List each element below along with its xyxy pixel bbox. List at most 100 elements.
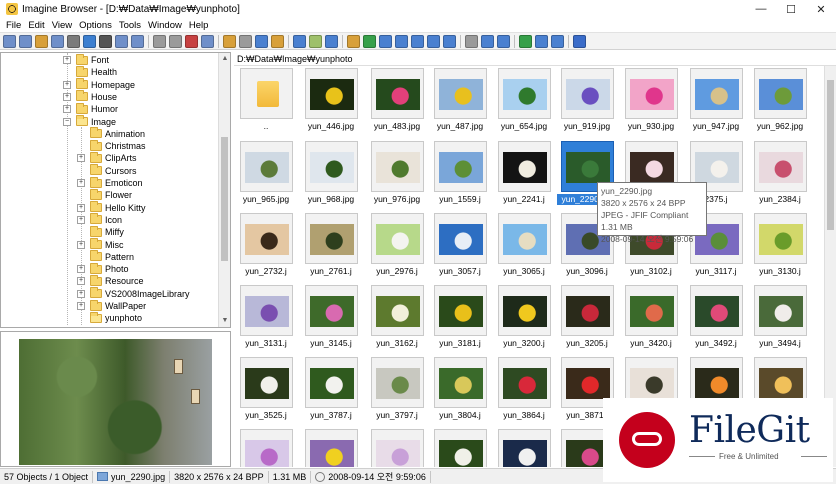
expand-toggle-icon[interactable]: + — [63, 92, 71, 101]
thumbnail-item[interactable]: yun_3494.j — [750, 283, 814, 351]
toolbar-button-icon[interactable] — [255, 34, 268, 48]
thumbnail-item[interactable]: yun_976.jpg — [367, 139, 431, 207]
thumbnail-item[interactable]: yun_3162.j — [367, 283, 431, 351]
tree-item[interactable]: + VS2008ImageLibrary — [77, 287, 190, 300]
thumbnail-item[interactable]: yun_3130.j — [750, 211, 814, 279]
tree-item[interactable]: + Hello Kitty — [77, 201, 146, 214]
toolbar-button-icon[interactable] — [51, 34, 64, 48]
menu-view[interactable]: View — [50, 20, 77, 31]
thumbnail-item[interactable] — [430, 427, 494, 467]
tree-item[interactable]: Health — [63, 65, 117, 78]
thumbnail-item[interactable]: yun_968.jpg — [301, 139, 365, 207]
expand-toggle-icon[interactable]: + — [63, 105, 71, 114]
close-button[interactable]: ✕ — [806, 0, 836, 18]
toolbar-button-icon[interactable] — [573, 34, 586, 48]
toolbar-button-icon[interactable] — [379, 34, 392, 48]
expand-toggle-icon[interactable]: − — [63, 117, 71, 126]
tree-scroll-thumb[interactable] — [221, 137, 228, 261]
toolbar-button-icon[interactable] — [443, 34, 456, 48]
toolbar-button-icon[interactable] — [325, 34, 338, 48]
toolbar-button-icon[interactable] — [239, 34, 252, 48]
thumbnail-item[interactable]: yun_1559.j — [430, 139, 494, 207]
expand-toggle-icon[interactable]: + — [77, 265, 85, 274]
folder-tree[interactable]: + Font Health + Homepage + House + Humor − Image An… — [0, 52, 231, 328]
expand-toggle-icon[interactable]: + — [77, 203, 85, 212]
toolbar-button-icon[interactable] — [169, 34, 182, 48]
toolbar-button-icon[interactable] — [363, 34, 376, 48]
thumbnail-item[interactable]: yun_3804.j — [430, 355, 494, 423]
toolbar-button-icon[interactable] — [535, 34, 548, 48]
menu-window[interactable]: Window — [146, 20, 187, 31]
minimize-button[interactable]: — — [746, 0, 776, 18]
thumbnail-item[interactable]: yun_2761.j — [301, 211, 365, 279]
toolbar-button-icon[interactable] — [223, 34, 236, 48]
expand-toggle-icon[interactable]: + — [77, 179, 85, 187]
expand-toggle-icon[interactable]: + — [77, 289, 85, 298]
tree-item[interactable]: + House — [63, 90, 117, 103]
expand-toggle-icon[interactable]: + — [77, 277, 85, 286]
thumbnail-item[interactable]: yun_962.jpg — [750, 66, 814, 134]
thumbnail-item[interactable]: yun_3057.j — [430, 211, 494, 279]
thumbnail-item[interactable]: yun_483.jpg — [367, 66, 431, 134]
toolbar-button-icon[interactable] — [347, 34, 360, 48]
tree-item[interactable]: Christmas — [77, 139, 146, 152]
toolbar-button-icon[interactable] — [131, 34, 144, 48]
toolbar-button-icon[interactable] — [3, 34, 16, 48]
parent-folder-item[interactable]: .. — [236, 66, 300, 134]
toolbar-button-icon[interactable] — [427, 34, 440, 48]
toolbar-button-icon[interactable] — [293, 34, 306, 48]
tree-item[interactable]: − Image — [63, 115, 116, 128]
toolbar-button-icon[interactable] — [35, 34, 48, 48]
tree-item[interactable]: Cursors — [77, 164, 137, 177]
address-path[interactable]: D:₩Data₩Image₩yunphoto — [234, 52, 836, 66]
thumbnail-item[interactable]: yun_2732.j — [236, 211, 300, 279]
tree-item[interactable]: yunphoto — [77, 311, 142, 324]
thumbnail-item[interactable] — [301, 427, 365, 467]
toolbar-button-icon[interactable] — [153, 34, 166, 48]
toolbar-button-icon[interactable] — [83, 34, 96, 48]
thumbnail-item[interactable]: yun_919.jpg — [557, 66, 621, 134]
thumbnail-item[interactable]: yun_3065.j — [494, 211, 558, 279]
tree-item[interactable]: + Photo — [77, 262, 129, 275]
toolbar-button-icon[interactable] — [519, 34, 532, 48]
toolbar-button-icon[interactable] — [465, 34, 478, 48]
thumbnail-item[interactable]: yun_3200.j — [494, 283, 558, 351]
tree-item[interactable]: Miffy — [77, 225, 124, 238]
menu-tools[interactable]: Tools — [117, 20, 146, 31]
expand-toggle-icon[interactable]: + — [77, 215, 85, 224]
toolbar-button-icon[interactable] — [551, 34, 564, 48]
toolbar-button-icon[interactable] — [185, 34, 198, 48]
toolbar-button-icon[interactable] — [67, 34, 80, 48]
maximize-button[interactable]: ☐ — [776, 0, 806, 18]
toolbar-button-icon[interactable] — [395, 34, 408, 48]
thumbnail-item[interactable]: yun_3492.j — [686, 283, 750, 351]
tree-item[interactable]: + ClipArts — [77, 151, 137, 164]
menu-file[interactable]: File — [4, 20, 26, 31]
thumbnail-item[interactable]: yun_947.jpg — [686, 66, 750, 134]
tree-item[interactable]: + Resource — [77, 274, 144, 287]
menu-edit[interactable]: Edit — [26, 20, 49, 31]
toolbar-button-icon[interactable] — [19, 34, 32, 48]
scroll-down-arrow-icon[interactable]: ▼ — [219, 315, 230, 327]
tree-item[interactable]: Flower — [77, 188, 132, 201]
thumbnail-item[interactable]: yun_3420.j — [621, 283, 685, 351]
thumbnail-item[interactable]: yun_3205.j — [557, 283, 621, 351]
thumbnail-item[interactable]: yun_446.jpg — [301, 66, 365, 134]
tree-item[interactable]: + Humor — [63, 102, 118, 115]
thumbnail-item[interactable]: yun_2976.j — [367, 211, 431, 279]
grid-scroll-thumb[interactable] — [827, 80, 834, 230]
tree-item[interactable]: + Homepage — [63, 78, 135, 91]
thumbnail-item[interactable]: yun_3181.j — [430, 283, 494, 351]
thumbnail-item[interactable]: yun_3131.j — [236, 283, 300, 351]
thumbnail-item[interactable]: yun_3797.j — [367, 355, 431, 423]
tree-item[interactable]: + Font — [63, 53, 109, 66]
thumbnail-item[interactable]: yun_930.jpg — [621, 66, 685, 134]
tree-scrollbar[interactable]: ▲ ▼ — [218, 53, 230, 327]
tree-item[interactable]: Animation — [77, 127, 145, 140]
thumbnail-item[interactable] — [236, 427, 300, 467]
toolbar-button-icon[interactable] — [481, 34, 494, 48]
menu-help[interactable]: Help — [187, 20, 214, 31]
tree-item[interactable]: + Icon — [77, 213, 122, 226]
toolbar-button-icon[interactable] — [271, 34, 284, 48]
thumbnail-item[interactable]: yun_654.jpg — [494, 66, 558, 134]
